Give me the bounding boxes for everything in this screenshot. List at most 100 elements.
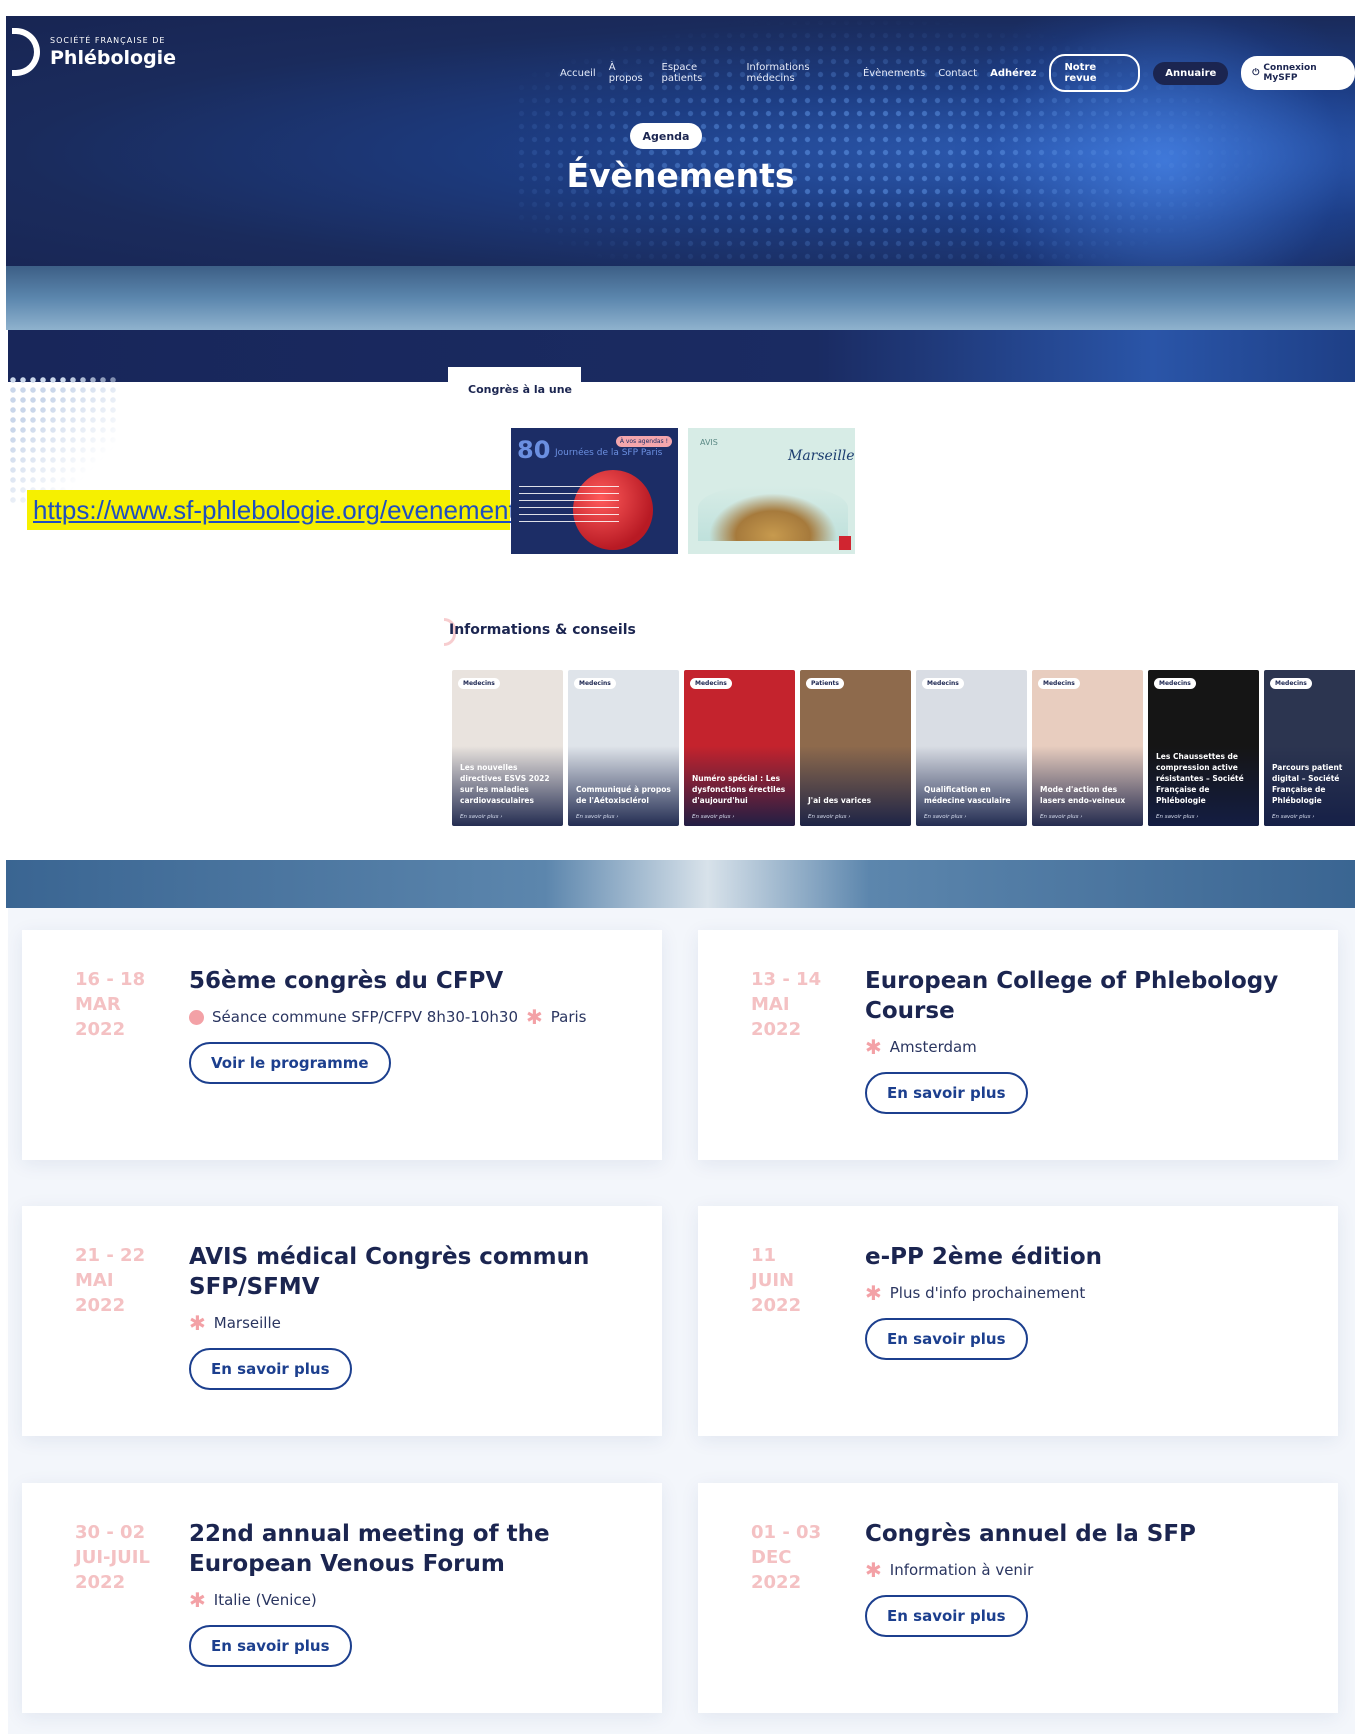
event-date: 01 - 03 DEC 2022 [751, 1520, 831, 1595]
info-card[interactable]: Medecins Les Chaussettes de compression a… [1148, 670, 1259, 826]
event-button[interactable]: Voir le programme [189, 1042, 391, 1084]
card-title: Les Chaussettes de compression active ré… [1156, 752, 1244, 805]
card-category-badge: Patients [806, 678, 844, 689]
poster-tag: À vos agendas ! [615, 436, 672, 447]
card-more-link[interactable]: En savoir plus › [924, 814, 966, 820]
event-title: AVIS médical Congrès commun SFP/SFMV [189, 1244, 590, 1300]
card-title: Mode d'action des lasers endo-veineux [1040, 785, 1126, 805]
card-title: Numéro spécial : Les dysfonctions érecti… [692, 774, 786, 805]
info-card[interactable]: Medecins Les nouvelles directives ESVS 20… [452, 670, 563, 826]
location-star-icon: ✱ [526, 1004, 543, 1029]
location-star-icon: ✱ [189, 1310, 206, 1335]
nav-espace-patients[interactable]: Espace patients [662, 62, 734, 84]
poster-subtitle: Journées de la SFP Paris [555, 448, 663, 458]
hero-header: SOCIÉTÉ FRANÇAISE DE Phlébologie Accueil… [6, 16, 1355, 266]
lines-graphic [519, 486, 619, 526]
event-meta: ✱ Plus d'info prochainement [865, 1283, 1085, 1303]
event-meta-text: Italie (Venice) [213, 1591, 317, 1609]
event-card: 21 - 22 MAI 2022 AVIS médical Congrès commu… [22, 1206, 662, 1436]
nav-contact[interactable]: Contact [938, 68, 977, 79]
info-card[interactable]: Medecins Parcours patient digital – Socié… [1264, 670, 1355, 826]
card-more-link[interactable]: En savoir plus › [808, 814, 850, 820]
card-more-link[interactable]: En savoir plus › [1156, 814, 1198, 820]
card-category-badge: Medecins [1270, 678, 1312, 689]
event-card: 16 - 18 MAR 2022 56ème congrès du CFPV Séanc… [22, 930, 662, 1160]
event-button[interactable]: En savoir plus [865, 1318, 1028, 1360]
poster-journees-sfp[interactable]: 80 Journées de la SFP Paris À vos agenda… [511, 428, 678, 554]
event-date-line: 21 - 22 [75, 1245, 146, 1266]
nav-a-propos[interactable]: À propos [609, 62, 649, 84]
avis-logo: AVIS [700, 438, 718, 447]
card-more-link[interactable]: En savoir plus › [1040, 814, 1082, 820]
event-date-line: 01 - 03 [751, 1522, 822, 1543]
info-card[interactable]: Patients J'ai des varices En savoir plus › [800, 670, 911, 826]
event-card: 30 - 02 JUI-JUIL 2022 22nd annual meeting o… [22, 1483, 662, 1713]
event-title: European College of Phlebology Course [865, 968, 1279, 1024]
info-card[interactable]: Medecins Mode d'action des lasers endo-ve… [1032, 670, 1143, 826]
event-title: 56ème congrès du CFPV [189, 968, 504, 994]
nav-accueil[interactable]: Accueil [560, 68, 596, 79]
logo-subtitle: SOCIÉTÉ FRANÇAISE DE [50, 35, 166, 45]
event-button[interactable]: En savoir plus [189, 1348, 352, 1390]
card-category-badge: Medecins [922, 678, 964, 689]
event-card: 01 - 03 DEC 2022 Congrès annuel de la SFP ✱ I… [698, 1483, 1338, 1713]
card-more-link[interactable]: En savoir plus › [692, 814, 734, 820]
page-title: Évènements [566, 156, 795, 195]
event-date-line: 2022 [75, 1572, 126, 1593]
info-card[interactable]: Medecins Qualification en médecine vascul… [916, 670, 1027, 826]
site-logo[interactable]: SOCIÉTÉ FRANÇAISE DE Phlébologie [12, 28, 176, 76]
event-meta-text: Marseille [213, 1314, 281, 1332]
event-date-line: JUIN [751, 1270, 795, 1291]
url-link[interactable]: https://www.sf-phlebologie.org/evenement… [33, 495, 536, 526]
event-meta: ✱ Information à venir [865, 1560, 1033, 1580]
nav-evenements[interactable]: Évènements [863, 68, 925, 79]
main-nav: Accueil À propos Espace patients Informa… [560, 54, 1355, 92]
location-star-icon: ✱ [865, 1034, 882, 1059]
home-top-banner [8, 330, 1355, 382]
logo-mark-icon [12, 28, 40, 76]
event-date-line: 2022 [751, 1295, 802, 1316]
connexion-button[interactable]: ⏻ Connexion MySFP [1241, 56, 1355, 90]
event-date-line: JUI-JUIL [75, 1547, 150, 1568]
agenda-pill: Agenda [630, 123, 702, 149]
event-meta: ✱ Amsterdam [865, 1034, 977, 1059]
city-illustration [698, 486, 848, 541]
card-category-badge: Medecins [690, 678, 732, 689]
informations-title: Informations & conseils [449, 622, 636, 638]
card-title: Parcours patient digital – Société Franç… [1272, 763, 1343, 805]
event-meta-text: Séance commune SFP/CFPV 8h30-10h30 [212, 1008, 519, 1026]
location-star-icon: ✱ [189, 1587, 206, 1612]
red-logo-icon [839, 536, 851, 550]
card-more-link[interactable]: En savoir plus › [1272, 814, 1314, 820]
url-highlight[interactable]: https://www.sf-phlebologie.org/evenement… [27, 490, 536, 530]
info-cards-row: Medecins Les nouvelles directives ESVS 20… [452, 670, 1355, 826]
power-icon: ⏻ [1252, 68, 1260, 78]
annuaire-button[interactable]: Annuaire [1153, 61, 1229, 85]
notre-revue-button[interactable]: Notre revue [1049, 54, 1141, 92]
nav-informations-medecins[interactable]: Informations médecins [746, 62, 849, 84]
event-button[interactable]: En savoir plus [865, 1595, 1028, 1637]
events-section: 16 - 18 MAR 2022 56ème congrès du CFPV Séanc… [8, 908, 1355, 1734]
clock-icon [189, 1009, 204, 1025]
card-more-link[interactable]: En savoir plus › [460, 814, 502, 820]
card-category-badge: Medecins [458, 678, 500, 689]
poster-number: 80 [517, 436, 551, 464]
event-button[interactable]: En savoir plus [189, 1625, 352, 1667]
event-card: 11 JUIN 2022 e-PP 2ème édition ✱ Plus d'info … [698, 1206, 1338, 1436]
event-title: Congrès annuel de la SFP [865, 1521, 1196, 1547]
nav-adherez[interactable]: Adhérez [990, 68, 1036, 79]
event-card: 13 - 14 MAI 2022 European College of Phlebo… [698, 930, 1338, 1160]
card-category-badge: Medecins [574, 678, 616, 689]
separator-band [6, 266, 1355, 330]
card-more-link[interactable]: En savoir plus › [576, 814, 618, 820]
event-title: e-PP 2ème édition [865, 1244, 1103, 1270]
event-button[interactable]: En savoir plus [865, 1072, 1028, 1114]
event-date-line: 2022 [75, 1295, 126, 1316]
event-meta-text: Amsterdam [889, 1038, 977, 1056]
event-date-line: MAR [75, 994, 121, 1015]
congres-a-la-une-tab[interactable]: Congrès à la une [448, 367, 581, 397]
info-card[interactable]: Medecins Numéro spécial : Les dysfonction… [684, 670, 795, 826]
info-card[interactable]: Medecins Communiqué à propos de l'Aétoxis… [568, 670, 679, 826]
event-date: 16 - 18 MAR 2022 [75, 967, 155, 1042]
poster-avis-marseille[interactable]: AVIS Marseille [688, 428, 855, 554]
